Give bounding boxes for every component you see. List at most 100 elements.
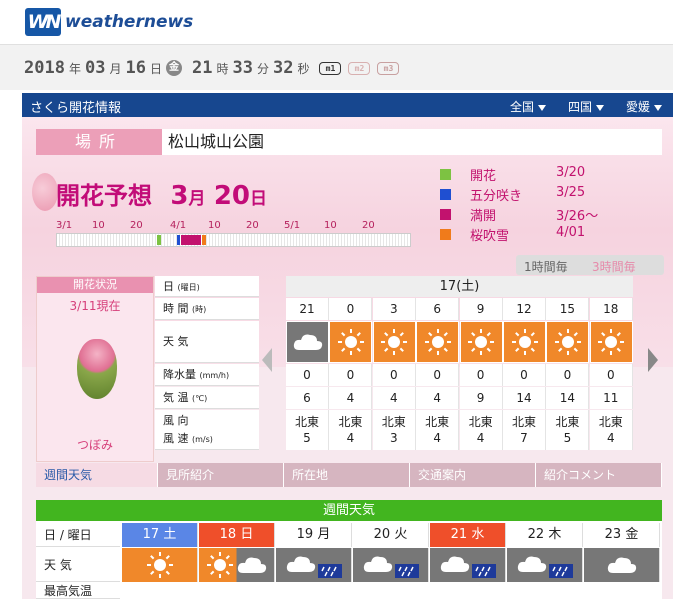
cloud-rain-icon <box>286 556 342 578</box>
hourly-weather-cell <box>416 321 460 363</box>
day: 16 <box>125 58 146 78</box>
panel-header: さくら開花情報 全国 四国 愛媛 <box>22 93 673 117</box>
legend-half-bloom: 五分咲き 3/25 <box>440 185 670 205</box>
hourly-wind-cell: 北東 4 <box>416 410 460 450</box>
region-shikoku-label: 四国 <box>568 100 593 114</box>
weekly-label-day: 日 / 曜日 <box>36 523 120 547</box>
tab-location[interactable]: 所在地 <box>284 463 410 487</box>
hourly-rain-cell: 0 <box>372 364 416 386</box>
forecast-month: 3 <box>170 181 189 211</box>
cloud-rain-icon <box>363 556 419 578</box>
weekly-day-cell: 23 金 <box>584 523 660 547</box>
forecast-label: 開花予想 <box>56 182 152 210</box>
scroll-left-arrow-icon[interactable] <box>262 348 272 372</box>
tab-access[interactable]: 交通案内 <box>410 463 536 487</box>
hourly-wind-cell: 北東 4 <box>329 410 373 450</box>
forecast-day-unit: 日 <box>250 189 267 209</box>
scale-tick: 10 <box>208 220 221 231</box>
scale-tick: 20 <box>130 220 143 231</box>
interval-toggle: 1時間毎 3時間毎 <box>516 255 664 275</box>
scale-tick: 3/1 <box>56 220 73 231</box>
hourly-time-cell: 9 <box>459 298 503 320</box>
label-unit: (時) <box>192 305 207 314</box>
region-ehime[interactable]: 愛媛 <box>626 98 663 115</box>
panel-title: さくら開花情報 <box>30 101 122 116</box>
row-label-time: 時 間 (時) <box>155 298 259 320</box>
interval-1h-option[interactable]: 1時間毎 <box>524 258 568 275</box>
weekly-day-cell: 17 土 <box>122 523 198 547</box>
scale-tick: 4/1 <box>170 220 187 231</box>
weekly-weather-cell <box>430 548 506 582</box>
hourly-time-cell: 3 <box>372 298 416 320</box>
cloud-icon <box>607 557 636 573</box>
hourly-rain-cell: 0 <box>286 364 329 386</box>
wn-logo-icon: WN <box>25 8 61 36</box>
scale-tick: 10 <box>324 220 337 231</box>
dropdown-arrow-icon <box>596 104 605 111</box>
cloud-rain-icon <box>517 556 573 578</box>
hourly-temp-cell: 4 <box>329 387 373 409</box>
mode-button-m3[interactable]: m3 <box>377 61 400 75</box>
sun-icon <box>337 329 364 355</box>
brand-name: weathernews <box>65 12 194 32</box>
tab-highlights[interactable]: 見所紹介 <box>158 463 284 487</box>
tab-comments[interactable]: 紹介コメント <box>536 463 662 487</box>
forecast-month-unit: 月 <box>188 189 206 209</box>
legend-label: 満開 <box>470 209 497 224</box>
legend-bloom: 開花 3/20 <box>440 165 670 185</box>
wind-direction: 北東 <box>468 415 493 429</box>
legend-date: 3/25 <box>556 185 586 200</box>
hourly-time-cell: 12 <box>503 298 546 320</box>
tab-weekly-weather[interactable]: 週間天気 <box>36 463 158 487</box>
label-unit: (曜日) <box>177 283 200 292</box>
hourly-day-header: 17(土) <box>286 276 633 297</box>
interval-3h-option[interactable]: 3時間毎 <box>592 258 636 275</box>
wind-speed: 4 <box>433 431 441 445</box>
weekly-weather-cell <box>276 548 352 582</box>
petal-fall-marker <box>202 235 206 245</box>
bloom-marker <box>157 235 161 245</box>
legend-date: 3/20 <box>556 165 586 180</box>
date-bar: 2018 年 03 月 16 日 金 21 時 33 分 32 秒 m1 m2 m3 <box>0 44 673 90</box>
region-all-japan[interactable]: 全国 <box>510 98 547 115</box>
row-label-wind: 風 向 風 速 (m/s) <box>155 410 259 450</box>
weekly-weather-cell <box>122 548 198 582</box>
weekly-day-cell: 21 水 <box>430 523 506 547</box>
scroll-right-arrow-icon[interactable] <box>648 348 658 372</box>
hourly-rain-cell: 0 <box>416 364 460 386</box>
sun-icon <box>206 552 233 578</box>
minute-unit: 分 <box>256 61 269 76</box>
hourly-temp-cell: 11 <box>589 387 633 409</box>
status-date: 3/11現在 <box>69 299 121 313</box>
sun-icon <box>598 329 625 355</box>
top-bar: WN weathernews <box>0 0 673 44</box>
sun-icon <box>511 329 538 355</box>
region-shikoku[interactable]: 四国 <box>568 98 605 115</box>
sun-icon <box>424 329 451 355</box>
hourly-rain-cell: 0 <box>546 364 590 386</box>
hourly-time-cell: 18 <box>589 298 633 320</box>
weekly-label-temp: 最高気温 <box>36 583 120 599</box>
legend-label: 五分咲き <box>470 189 523 204</box>
cloud-icon <box>237 557 266 573</box>
sakura-panel: さくら開花情報 全国 四国 愛媛 場所 松山城山公園 開花予想 3月 20日 3… <box>22 93 673 599</box>
mode-button-m2[interactable]: m2 <box>348 61 371 75</box>
hourly-weather-cell <box>503 321 546 363</box>
minute: 33 <box>232 58 253 78</box>
weathernews-logo[interactable]: WN weathernews <box>25 8 193 36</box>
info-tabs: 週間天気 見所紹介 所在地 交通案内 紹介コメント <box>36 463 673 487</box>
wind-speed: 5 <box>303 431 311 445</box>
hourly-rain-cell: 0 <box>329 364 373 386</box>
bloom-timeline-gauge <box>56 233 411 247</box>
mode-button-m1[interactable]: m1 <box>319 61 342 75</box>
row-label-weather: 天 気 <box>155 321 259 363</box>
hourly-temp-cell: 4 <box>372 387 416 409</box>
hourly-rain-cell: 0 <box>459 364 503 386</box>
hourly-temp-cell: 6 <box>286 387 329 409</box>
scale-tick: 20 <box>246 220 259 231</box>
dropdown-arrow-icon <box>654 104 663 111</box>
hourly-wind-cell: 北東 3 <box>372 410 416 450</box>
wind-direction: 北東 <box>338 415 363 429</box>
weekly-day-cell: 22 木 <box>507 523 583 547</box>
weekly-weather: 週間天気 日 / 曜日 天 気 最高気温 17 土 18 日 19 月 20 火 21 … <box>36 500 662 599</box>
